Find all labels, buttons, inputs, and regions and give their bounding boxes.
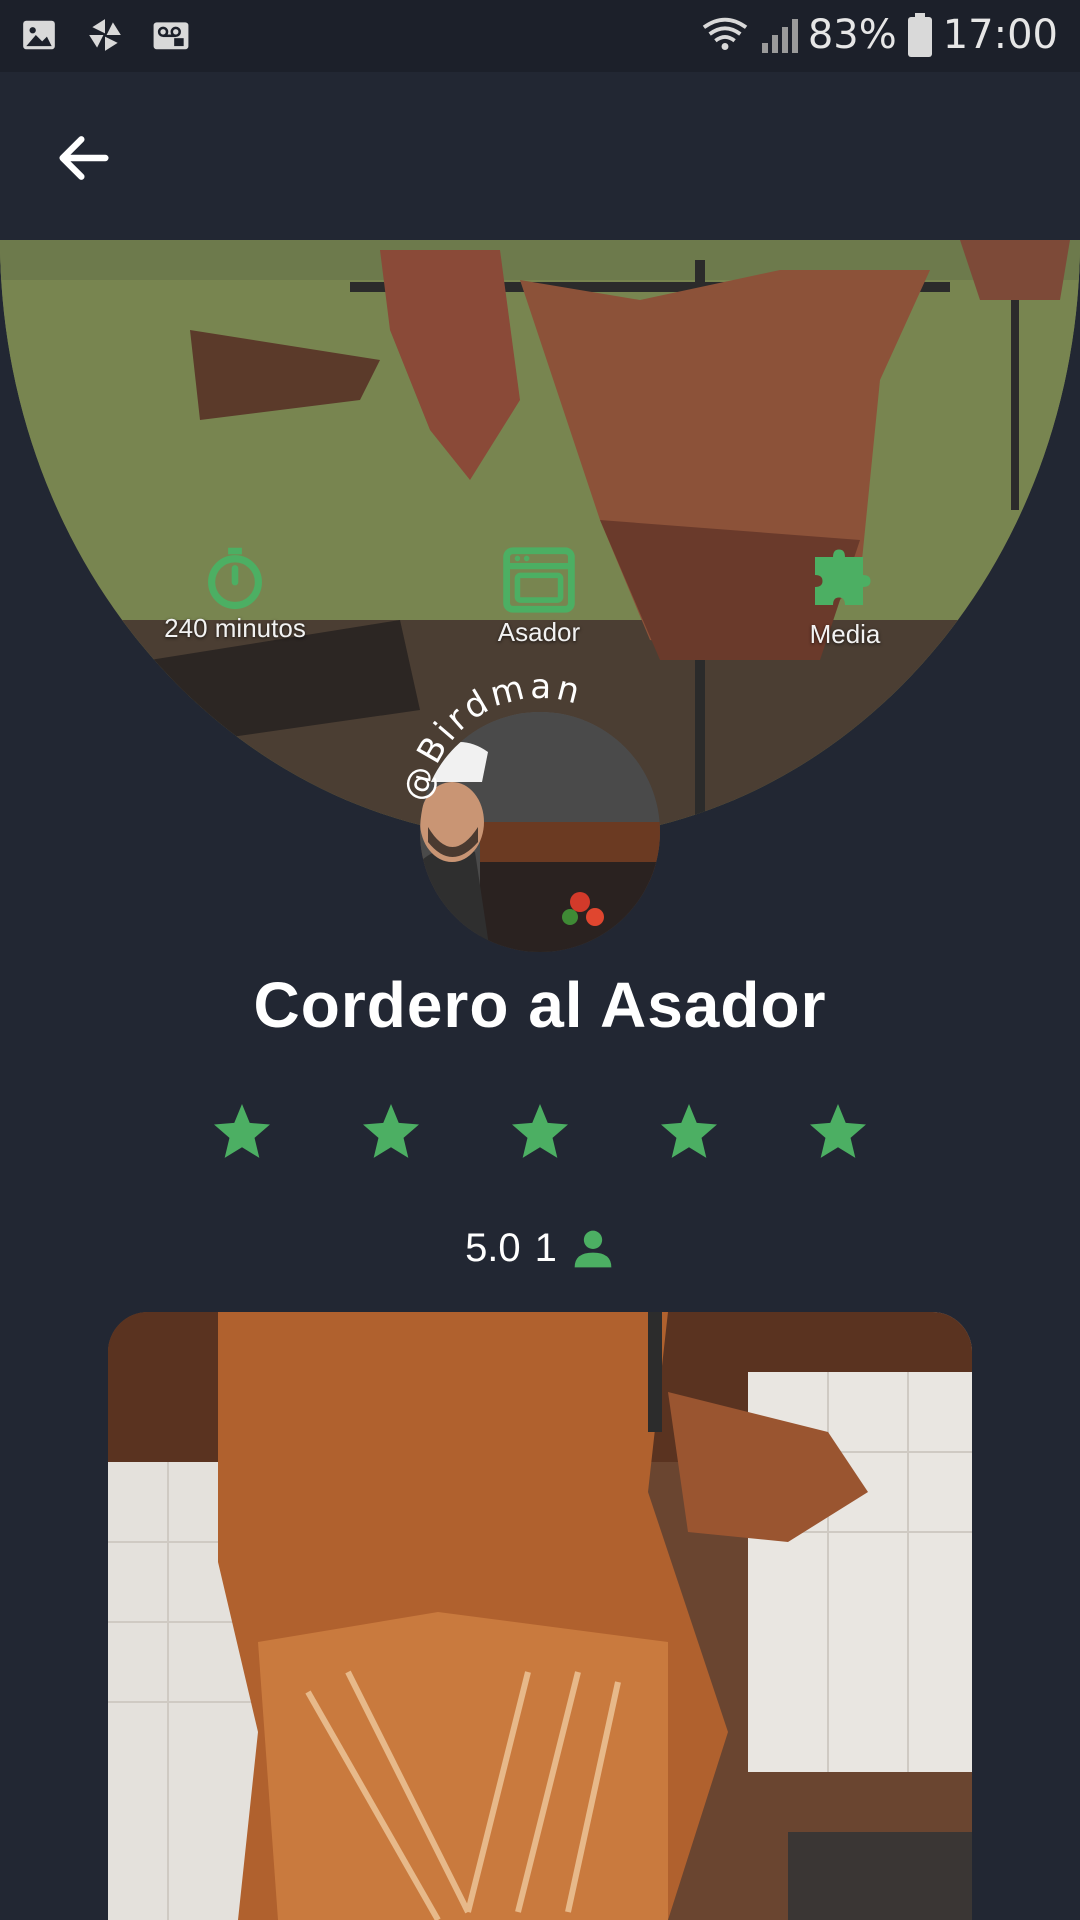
username: @Birdman	[400, 667, 584, 805]
battery-percent: 83%	[807, 12, 897, 58]
signal-icon	[761, 19, 798, 53]
star-icon	[363, 1104, 419, 1158]
star-icon	[810, 1104, 866, 1158]
star-icon	[512, 1104, 568, 1158]
app-bar	[0, 72, 1080, 240]
rating-summary: 5.0 1	[0, 1226, 1080, 1271]
star-icon	[214, 1104, 270, 1158]
wifi-icon	[702, 17, 748, 50]
stat-difficulty-label: Media	[809, 619, 881, 649]
pinwheel-icon	[89, 19, 121, 51]
rating-stars	[210, 1100, 870, 1170]
battery-icon	[907, 13, 932, 57]
status-bar: 83% 17:00	[0, 0, 1080, 72]
image-icon	[23, 20, 55, 50]
stat-difficulty: Media	[730, 545, 960, 650]
voicemail-icon	[153, 22, 189, 50]
rating-value: 5.0	[465, 1226, 521, 1270]
svg-text:@Birdman: @Birdman	[400, 667, 588, 805]
puzzle-icon	[815, 549, 871, 605]
roasted-lamb-image	[108, 1312, 972, 1920]
stat-method-label: Asador	[497, 617, 581, 647]
recipe-title: Cordero al Asador	[253, 969, 827, 1041]
arrow-left-icon[interactable]	[52, 126, 116, 190]
timer-icon	[208, 547, 262, 610]
recipe-photo	[108, 1312, 972, 1920]
stat-time-label: 240 minutos	[164, 613, 306, 643]
review-count: 1	[534, 1226, 557, 1270]
stat-method: Asador	[424, 545, 654, 648]
stat-time: 240 minutos	[120, 545, 350, 644]
oven-icon	[503, 547, 575, 613]
clock: 17:00	[942, 12, 1058, 58]
username-arc: @Birdman	[400, 667, 588, 805]
person-icon	[574, 1230, 612, 1267]
star-icon	[661, 1104, 717, 1158]
